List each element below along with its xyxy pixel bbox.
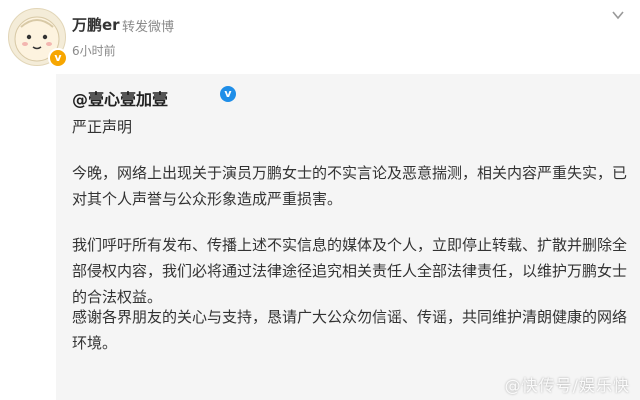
statement-paragraph: 我们呼吁所有发布、传播上述不实信息的媒体及个人，立即停止转载、扩散并删除全部侵权… xyxy=(72,236,628,306)
reposted-content-card: @壹心壹加壹 v 严正声明 今晚，网络上出现关于演员万鹏女士的不实言论及恶意揣测… xyxy=(56,74,640,400)
verified-icon: v xyxy=(220,86,236,102)
statement-paragraph: 感谢各界朋友的关心与支持，恳请广大公众勿信谣、传谣，共同维护清朗健康的网络环境。 xyxy=(72,308,628,352)
original-author-link[interactable]: @壹心壹加壹 xyxy=(72,86,168,110)
post-header: v 万鹏er 转发微博 6小时前 xyxy=(0,0,640,70)
repost-tag: 转发微博 xyxy=(122,20,175,35)
statement-paragraph: 今晚，网络上出现关于演员万鹏女士的不实言论及恶意揣测，相关内容严重失实，已对其个… xyxy=(72,164,628,208)
username[interactable]: 万鹏er xyxy=(72,14,120,35)
statement-title: 严正声明 xyxy=(72,118,133,136)
watermark: @快传号/娱乐快 xyxy=(504,376,630,395)
post-time[interactable]: 6小时前 xyxy=(72,42,116,59)
chevron-down-icon[interactable] xyxy=(608,8,628,28)
vip-badge-icon: v xyxy=(48,48,68,68)
